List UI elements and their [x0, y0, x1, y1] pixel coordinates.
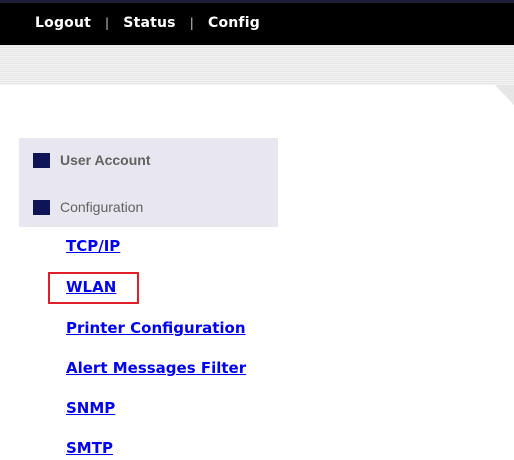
link-tcp-ip[interactable]: TCP/IP [66, 237, 120, 255]
link-wlan[interactable]: WLAN [66, 278, 116, 296]
top-nav: Logout | Status | Config [35, 15, 260, 31]
link-snmp[interactable]: SNMP [66, 399, 115, 417]
link-printer-configuration[interactable]: Printer Configuration [66, 319, 246, 337]
sidebar-item-configuration[interactable]: Configuration [33, 199, 143, 215]
sidebar-item-user-account[interactable]: User Account [33, 152, 151, 168]
sidebar-item-label: Configuration [60, 199, 144, 215]
square-bullet-icon [33, 152, 50, 168]
square-bullet-icon [33, 199, 50, 215]
nav-logout[interactable]: Logout [35, 15, 91, 31]
nav-status[interactable]: Status [123, 15, 175, 31]
link-alert-messages-filter[interactable]: Alert Messages Filter [66, 359, 246, 377]
top-nav-bar: Logout | Status | Config [0, 0, 514, 45]
banner-wedge [495, 85, 514, 105]
nav-separator: | [189, 16, 194, 30]
page: Logout | Status | Config User Account Co… [0, 0, 514, 460]
header-banner [0, 45, 514, 85]
nav-config[interactable]: Config [208, 15, 260, 31]
link-smtp[interactable]: SMTP [66, 439, 113, 457]
sidebar: User Account Configuration [19, 138, 278, 227]
nav-separator: | [105, 16, 110, 30]
sidebar-item-label: User Account [60, 152, 151, 168]
